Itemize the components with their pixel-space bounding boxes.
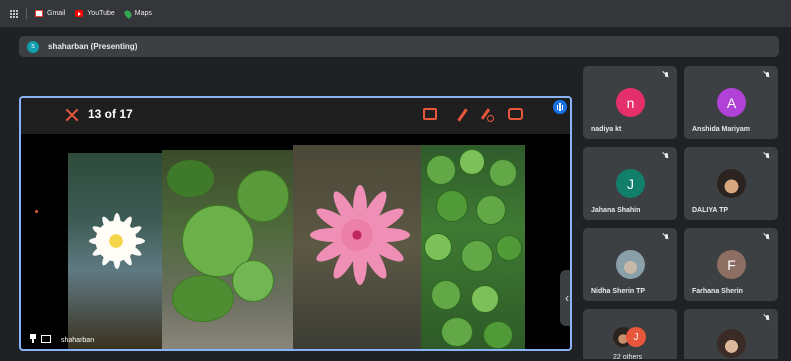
presenting-label: shaharban (Presenting) [48, 42, 138, 51]
apps-grid-icon[interactable] [9, 9, 18, 18]
mic-off-icon [765, 315, 770, 322]
youtube-icon [75, 10, 84, 17]
annotate-icon[interactable] [423, 108, 437, 120]
collapse-panel-button[interactable]: ‹ [560, 270, 570, 326]
chevron-left-icon: ‹ [565, 291, 569, 305]
participant-name: DALIYA TP [692, 207, 729, 214]
avatar: n [616, 88, 645, 117]
participant-tile[interactable] [684, 309, 778, 359]
captions-icon[interactable] [41, 335, 51, 343]
window-icon[interactable] [508, 108, 523, 120]
water-plants-photo [421, 145, 525, 349]
avatar: J [626, 327, 646, 347]
presenter-name-label: shaharban [61, 337, 95, 344]
avatar: J [616, 169, 645, 198]
audio-indicator-icon [553, 100, 567, 114]
gmail-icon [35, 10, 43, 17]
close-icon[interactable] [65, 108, 79, 122]
bookmarks-divider [26, 8, 27, 19]
avatar [717, 169, 746, 198]
participant-name: Farhana Sherin [692, 288, 743, 295]
bookmark-gmail[interactable]: Gmail [35, 10, 65, 17]
maps-icon [122, 8, 133, 19]
white-water-lily-photo [68, 153, 162, 349]
presenter-avatar: s [27, 40, 39, 53]
bookmark-youtube-label: YouTube [87, 10, 115, 17]
mic-off-icon [664, 234, 669, 241]
participant-tile[interactable]: Nidha Sherin TP [583, 228, 677, 301]
avatar [616, 250, 645, 279]
participant-name: Anshida Mariyam [692, 126, 750, 133]
participant-tile[interactable]: J Jahana Shahin [583, 147, 677, 220]
pink-lotus-photo [293, 145, 421, 349]
bookmark-youtube[interactable]: YouTube [75, 10, 115, 17]
avatar: F [717, 250, 746, 279]
others-tile[interactable]: J 22 others [583, 309, 677, 361]
mic-off-icon [765, 72, 770, 79]
page-counter: 13 of 17 [88, 107, 133, 121]
avatar-stack: J [613, 327, 653, 349]
mic-off-icon [664, 72, 669, 79]
presenting-bar[interactable]: s shaharban (Presenting) [19, 36, 779, 57]
bookmarks-bar: Gmail YouTube Maps [0, 0, 791, 27]
others-count: 22 others [613, 354, 643, 361]
presentation-toolbar: 13 of 17 [21, 98, 570, 134]
highlighter-icon[interactable] [480, 108, 494, 122]
participant-tile[interactable]: A Anshida Mariyam [684, 66, 778, 139]
bookmark-maps[interactable]: Maps [122, 8, 152, 19]
participant-name: nadiya kt [591, 126, 622, 133]
avatar: A [717, 88, 746, 117]
lotus-leaves-photo [162, 150, 293, 349]
participant-tile[interactable]: n nadiya kt [583, 66, 677, 139]
presentation-stage: 13 of 17 ‹ shaharban [19, 96, 572, 351]
mic-off-icon [664, 153, 669, 160]
bookmark-gmail-label: Gmail [47, 10, 66, 17]
avatar [717, 329, 746, 358]
participant-name: Jahana Shahin [591, 207, 641, 214]
laser-pointer-dot [35, 210, 38, 213]
mic-off-icon [765, 234, 770, 241]
pen-icon[interactable] [455, 108, 469, 122]
participant-tile[interactable]: F Farhana Sherin [684, 228, 778, 301]
pin-icon[interactable] [29, 334, 37, 343]
bookmark-maps-label: Maps [134, 10, 152, 17]
mic-off-icon [765, 153, 770, 160]
participant-tile[interactable]: DALIYA TP [684, 147, 778, 220]
participant-name: Nidha Sherin TP [591, 288, 646, 295]
